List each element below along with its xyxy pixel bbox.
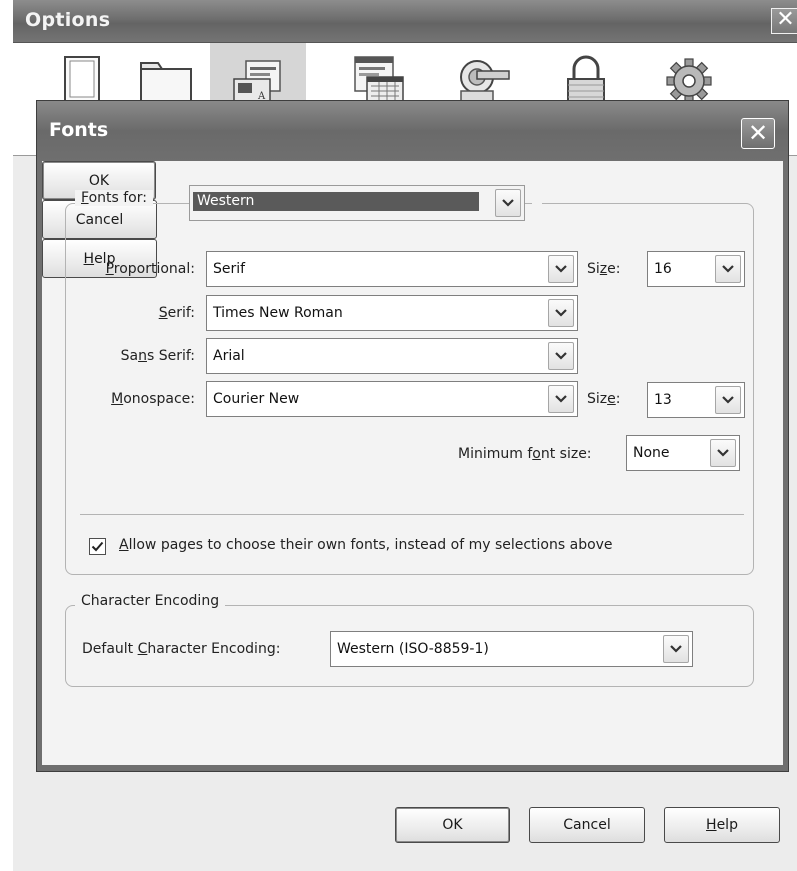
options-ok-label: OK <box>442 817 463 833</box>
options-close-button[interactable]: ✕ <box>771 8 797 34</box>
fonts-for-legend-gap <box>532 200 542 206</box>
default-encoding-label: Default Character Encoding: <box>82 641 281 657</box>
chevron-down-icon[interactable] <box>548 342 574 370</box>
chevron-down-icon[interactable] <box>495 189 521 217</box>
privacy-pane-button[interactable] <box>457 55 513 104</box>
default-encoding-select[interactable]: Western (ISO-8859-1) <box>330 631 693 667</box>
monospace-value: Courier New <box>213 391 300 407</box>
fonts-dialog: Fonts ✕ Fonts for: Western Proportional:… <box>36 100 789 772</box>
options-cancel-label: Cancel <box>563 817 611 833</box>
tabs-icon <box>140 62 192 104</box>
chevron-down-icon[interactable] <box>710 439 736 467</box>
monospace-size-value: 13 <box>654 392 672 408</box>
sans-serif-value: Arial <box>213 348 245 364</box>
chevron-down-icon[interactable] <box>548 385 574 413</box>
default-encoding-value: Western (ISO-8859-1) <box>337 641 489 657</box>
allow-pages-checkbox[interactable] <box>89 538 106 555</box>
options-titlebar: Options ✕ <box>13 0 797 43</box>
proportional-value: Serif <box>213 261 246 277</box>
minimum-font-size-select[interactable]: None <box>626 435 740 471</box>
serif-label: Serif: <box>158 305 195 321</box>
proportional-size-select[interactable]: 16 <box>647 251 745 287</box>
chevron-down-icon[interactable] <box>663 635 689 663</box>
fonts-for-label: Fonts for: <box>75 190 153 206</box>
advanced-gear-icon <box>666 58 712 104</box>
proportional-size-label: Size: <box>587 261 621 277</box>
security-pane-button[interactable] <box>562 55 610 104</box>
options-cancel-button[interactable]: Cancel <box>529 807 645 843</box>
main-pane-button[interactable] <box>62 55 102 104</box>
proportional-label: Proportional: <box>105 261 195 277</box>
character-encoding-legend: Character Encoding <box>75 593 226 609</box>
close-icon: ✕ <box>776 7 795 32</box>
fonts-dialog-body: Fonts for: Western Proportional: Serif S… <box>42 161 783 765</box>
content-icon: A <box>233 60 281 104</box>
content-pane-button[interactable]: A <box>230 55 286 104</box>
serif-select[interactable]: Times New Roman <box>206 295 578 331</box>
options-ok-button[interactable]: OK <box>395 807 510 843</box>
fonts-dialog-titlebar: Fonts ✕ <box>37 101 788 161</box>
chevron-down-icon[interactable] <box>715 386 741 414</box>
fonts-ok-label: OK <box>88 172 110 189</box>
chevron-down-icon[interactable] <box>715 255 741 283</box>
privacy-icon <box>460 60 510 104</box>
close-icon: ✕ <box>747 119 769 147</box>
tabs-pane-button[interactable] <box>138 55 194 104</box>
fonts-close-button[interactable]: ✕ <box>741 118 775 149</box>
advanced-pane-button[interactable] <box>665 55 713 104</box>
fonts-for-value: Western <box>193 192 479 211</box>
monospace-select[interactable]: Courier New <box>206 381 578 417</box>
security-icon <box>567 55 605 104</box>
monospace-size-label: Size: <box>587 391 621 407</box>
proportional-select[interactable]: Serif <box>206 251 578 287</box>
allow-pages-label[interactable]: Allow pages to choose their own fonts, i… <box>119 537 613 553</box>
options-help-button[interactable]: Help <box>664 807 780 843</box>
chevron-down-icon[interactable] <box>548 299 574 327</box>
checkmark-icon <box>91 541 104 552</box>
proportional-size-value: 16 <box>654 261 672 277</box>
serif-value: Times New Roman <box>213 305 343 321</box>
options-window-title: Options <box>25 9 111 31</box>
applications-pane-button[interactable] <box>351 55 407 104</box>
minimum-font-size-value: None <box>633 445 670 461</box>
sans-serif-select[interactable]: Arial <box>206 338 578 374</box>
sans-serif-label: Sans Serif: <box>120 348 195 364</box>
fonts-dialog-title: Fonts <box>49 119 109 141</box>
fonts-for-select[interactable]: Western <box>189 185 525 221</box>
monospace-label: Monospace: <box>111 391 195 407</box>
monospace-size-select[interactable]: 13 <box>647 382 745 418</box>
main-icon <box>64 56 100 104</box>
options-help-label: Help <box>706 817 738 833</box>
applications-icon <box>354 56 404 104</box>
chevron-down-icon[interactable] <box>548 255 574 283</box>
fonts-group-divider <box>80 514 744 515</box>
minimum-font-size-label: Minimum font size: <box>458 446 592 462</box>
